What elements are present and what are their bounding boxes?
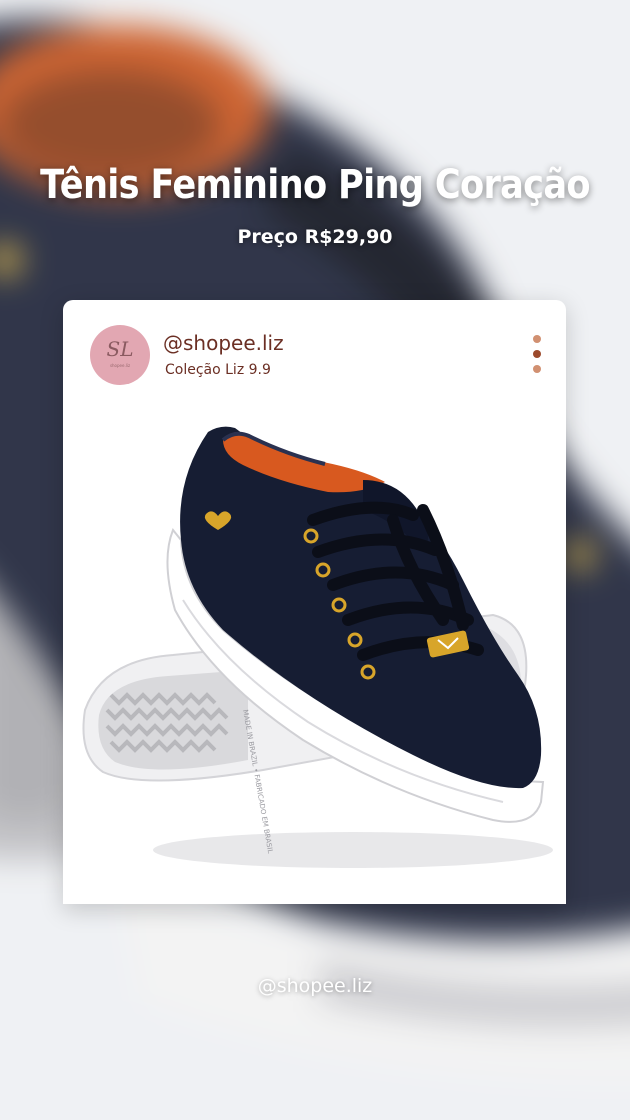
post-card: SL shopee.liz @shopee.liz Coleção Liz 9.…: [63, 300, 566, 904]
collection-label: Coleção Liz 9.9: [165, 362, 271, 378]
avatar-caption: shopee.liz: [109, 363, 131, 368]
more-options-button[interactable]: [531, 335, 545, 375]
product-price: Preço R$29,90: [237, 226, 393, 248]
footer-handle[interactable]: @shopee.liz: [0, 975, 630, 997]
avatar-monogram: SL: [106, 337, 134, 361]
avatar[interactable]: SL shopee.liz: [90, 325, 150, 385]
product-title: Tênis Feminino Ping Coração: [40, 162, 590, 208]
username-link[interactable]: @shopee.liz: [163, 331, 284, 355]
product-image[interactable]: MADE IN BRAZIL • FABRICADO EM BRASIL: [63, 410, 566, 904]
